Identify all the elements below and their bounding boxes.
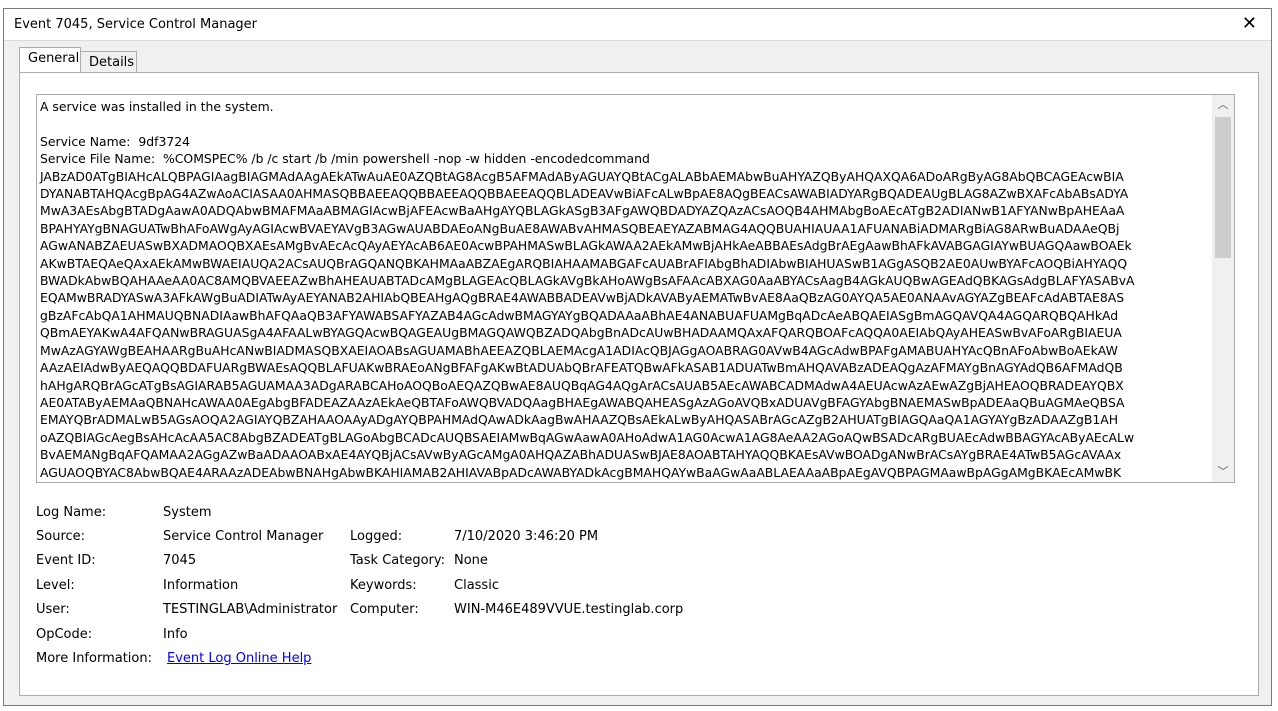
log-name-label: Log Name: [36, 505, 107, 520]
description-line: oAZQBIAGcAegBsAHcAcAA5AC8AbgBZADEATgBLAG… [40, 429, 1135, 445]
description-line: BPAHYAYgBNAGUATwBhAFoAWgAyAGIAcwBVAEYAVg… [40, 220, 1120, 236]
computer-label: Computer: [350, 602, 419, 617]
description-line: hAHgARQBrAGcATgBsAGIARAB5AGUAMAA3ADgARAB… [40, 377, 1124, 393]
description-line: JABzAD0ATgBIAHcALQBPAGIAagBIAGMAdAAgAEkA… [40, 168, 1124, 184]
close-icon[interactable]: ✕ [1242, 13, 1257, 35]
description-line: A service was installed in the system. [40, 99, 274, 114]
computer-value: WIN-M46E489VVUE.testinglab.corp [454, 602, 684, 617]
opcode-label: OpCode: [36, 627, 93, 642]
scroll-thumb[interactable] [1215, 117, 1231, 258]
level-label: Level: [36, 578, 75, 593]
logged-value: 7/10/2020 3:46:20 PM [454, 529, 599, 544]
window-title: Event 7045, Service Control Manager [14, 17, 258, 32]
event-description-text: A service was installed in the system. S… [37, 95, 1212, 482]
scroll-up-icon[interactable]: ︿ [1212, 95, 1234, 115]
description-line: QBmAEYAKwA4AFQANwBRAGUASgA4AFAALwBYAGQAc… [40, 325, 1122, 341]
description-line: BWADkAbwBQAHAAeAA0AC8AMQBVAEEAZwBhAHEAUA… [40, 273, 1135, 289]
description-line [40, 115, 1209, 132]
source-value: Service Control Manager [163, 529, 324, 544]
description-line: AGwANABZAEUASwBXADMAOQBXAEsAMgBvAEcAcQAy… [40, 238, 1132, 254]
event-id-value: 7045 [163, 553, 197, 568]
description-line: gBzAFcAbQA1AHMAUQBNADIAawBhAFQAaQB3AFYAW… [40, 307, 1119, 323]
description-line: EQAMwBRADYASwA3AFkAWgBuADIATwAyAEYANAB2A… [40, 290, 1125, 306]
description-line: MwAzAGYAWgBEAHAARgBuAHcANwBIADMASQBXAEIA… [40, 342, 1118, 358]
description-line: Service File Name: %COMSPEC% /b /c start… [40, 151, 650, 167]
event-log-online-help-link[interactable]: Event Log Online Help [167, 651, 311, 666]
event-description-viewport: A service was installed in the system. S… [37, 95, 1212, 482]
keywords-value: Classic [454, 578, 499, 593]
tab-details[interactable]: Details [80, 51, 137, 73]
task-category-value: None [454, 553, 488, 568]
general-tab-panel: A service was installed in the system. S… [19, 72, 1259, 696]
opcode-value: Info [163, 627, 188, 642]
tab-general[interactable]: General [19, 47, 81, 72]
event-properties: Log Name: System Source: Service Control… [32, 501, 1132, 681]
scroll-down-icon[interactable]: ﹀ [1212, 462, 1234, 482]
description-line: AAzAEIAdwByAEQAQQBDAFUARgBWAEsAQQBLAFUAK… [40, 360, 1123, 376]
title-bar[interactable]: Event 7045, Service Control Manager ✕ [4, 9, 1271, 41]
source-label: Source: [36, 529, 86, 544]
user-label: User: [36, 602, 70, 617]
more-information-label: More Information: [36, 651, 152, 666]
logged-label: Logged: [350, 529, 403, 544]
level-value: Information [163, 578, 239, 593]
description-line: Service Name: 9df3724 [40, 133, 190, 149]
description-line: AKwBTAEQAeQAxAEkAMwBWAEIAUQA2ACsAUQBrAGQ… [40, 255, 1128, 271]
description-line: EMAYQBrADMALwB5AGsAOQA2AGIAYQBZAHAAOAAyA… [40, 412, 1119, 428]
description-line: BvAEMANgBqAFQAMAA2AGgAZwBaADAAOABxAE4AYQ… [40, 447, 1122, 463]
description-line: AE0ATAByAEMAaQBNAHcAWAA0AEgAbgBFADEAZAAz… [40, 394, 1125, 410]
description-line: AGUAOQBYAC8AbwBQAE4ARAAzADEAbwBNAHgAbwBK… [40, 464, 1122, 480]
event-properties-window: Event 7045, Service Control Manager ✕ Ge… [3, 8, 1272, 706]
event-id-label: Event ID: [36, 553, 96, 568]
log-name-value: System [163, 505, 212, 520]
user-value: TESTINGLAB\Administrator [163, 602, 338, 617]
vertical-scrollbar[interactable]: ︿ ﹀ [1212, 95, 1234, 482]
event-description-box[interactable]: A service was installed in the system. S… [36, 94, 1235, 483]
task-category-label: Task Category: [350, 553, 446, 568]
description-line: DYANABTAHQAcgBpAG4AZwAoACIASAA0AHMASQBBA… [40, 186, 1129, 202]
keywords-label: Keywords: [350, 578, 417, 593]
description-line: MwA3AEsAbgBTADgAawA0ADQAbwBMAFMAaABMAGIA… [40, 203, 1125, 219]
